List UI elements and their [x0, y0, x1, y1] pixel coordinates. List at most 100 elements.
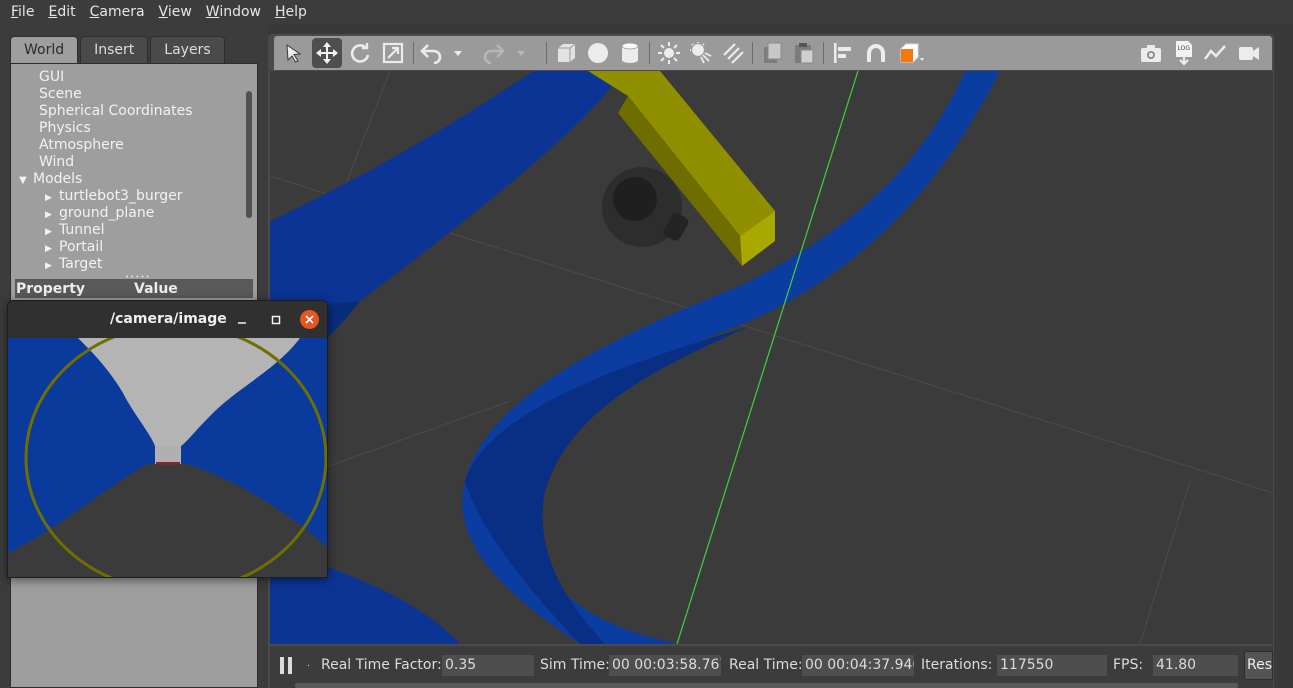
- tab-insert[interactable]: Insert: [80, 36, 149, 63]
- reset-time-button[interactable]: Reset: [1244, 651, 1273, 680]
- menu-file-label: ile: [18, 4, 35, 20]
- menu-file[interactable]: File: [4, 4, 41, 20]
- toolbar-divider: [546, 42, 547, 64]
- cylinder-shape-icon[interactable]: [615, 38, 645, 68]
- point-light-icon[interactable]: [654, 38, 684, 68]
- plot-icon[interactable]: [1200, 38, 1230, 68]
- log-icon[interactable]: LOG: [1169, 38, 1199, 68]
- copy-icon[interactable]: [757, 38, 787, 68]
- tree-item-models[interactable]: ▼ Models: [11, 171, 243, 188]
- scale-mode-icon[interactable]: [378, 38, 408, 68]
- camera-window-title: /camera/image: [110, 311, 227, 327]
- log-icon-label: LOG: [1178, 45, 1191, 52]
- model-label: Portail: [59, 239, 104, 255]
- sim-time-value: 00 00:03:58.767: [609, 655, 721, 676]
- menu-help-label: elp: [285, 4, 307, 20]
- toolbar-divider: [752, 42, 753, 64]
- rotate-mode-icon[interactable]: [345, 38, 375, 68]
- sim-time-label: Sim Time:: [540, 657, 610, 673]
- undo-icon[interactable]: [416, 38, 446, 68]
- menu-help-mnemonic: H: [274, 4, 286, 20]
- undo-history-dropdown-icon[interactable]: [449, 38, 467, 68]
- tree-scrollbar[interactable]: [246, 91, 252, 218]
- scene-3d-view[interactable]: [270, 71, 1273, 644]
- camera-image-window: /camera/image: [7, 300, 328, 578]
- align-icon[interactable]: [828, 38, 858, 68]
- pause-icon-bar-right: [288, 657, 292, 674]
- real-time-factor-label: Real Time Factor:: [321, 657, 442, 673]
- camera-window-titlebar[interactable]: /camera/image: [8, 301, 327, 338]
- tree-item-target[interactable]: ▶ Target: [11, 256, 243, 273]
- tree-item-physics[interactable]: Physics: [11, 120, 243, 137]
- menu-camera-label: amera: [99, 4, 145, 20]
- world-tree: GUI Scene Spherical Coordinates Physics …: [11, 69, 243, 273]
- model-label: ground_plane: [59, 205, 155, 221]
- menu-view-label: iew: [167, 4, 192, 20]
- model-label: turtlebot3_burger: [59, 188, 183, 204]
- pause-button[interactable]: [278, 656, 296, 676]
- value-column-header[interactable]: Value: [134, 281, 178, 297]
- real-time-value: 00 00:04:37.946: [802, 655, 914, 676]
- paste-icon[interactable]: [789, 38, 819, 68]
- view-angle-icon[interactable]: [898, 38, 928, 68]
- menu-window-mnemonic: W: [205, 4, 220, 20]
- menu-window[interactable]: Window: [199, 4, 268, 20]
- toolbar-divider: [823, 42, 824, 64]
- minimize-icon[interactable]: [232, 310, 251, 329]
- fps-label: FPS:: [1113, 657, 1144, 673]
- menu-help[interactable]: Help: [268, 4, 314, 20]
- horizontal-scrollbar[interactable]: [295, 683, 1238, 688]
- toolbar-divider: [413, 42, 414, 64]
- maximize-icon[interactable]: [266, 310, 285, 329]
- tree-item-turtlebot3-burger[interactable]: ▶ turtlebot3_burger: [11, 188, 243, 205]
- spot-light-icon[interactable]: [686, 38, 716, 68]
- close-icon[interactable]: [300, 310, 319, 329]
- translate-mode-icon[interactable]: [312, 38, 342, 68]
- real-time-label: Real Time:: [729, 657, 803, 673]
- panel-tabs: World Insert Layers: [10, 36, 227, 63]
- iterations-value: 117550: [997, 655, 1107, 676]
- tab-world[interactable]: World: [10, 36, 79, 63]
- menu-bar: File Edit Camera View Window Help: [0, 0, 1293, 24]
- tree-item-portail[interactable]: ▶ Portail: [11, 239, 243, 256]
- menu-camera-mnemonic: C: [89, 4, 100, 20]
- directional-light-icon[interactable]: [718, 38, 748, 68]
- tree-item-scene[interactable]: Scene: [11, 86, 243, 103]
- menu-view[interactable]: View: [152, 4, 199, 20]
- pause-icon-bar-left: [280, 657, 284, 674]
- fps-value: 41.80: [1153, 655, 1238, 676]
- menu-edit-label: dit: [57, 4, 76, 20]
- expanded-arrow-icon[interactable]: ▼: [19, 172, 33, 189]
- tree-item-wind[interactable]: Wind: [11, 154, 243, 171]
- toolbar-divider: [649, 42, 650, 64]
- tree-item-ground-plane[interactable]: ▶ ground_plane: [11, 205, 243, 222]
- snap-magnet-icon[interactable]: [861, 38, 891, 68]
- model-label: Target: [59, 256, 103, 272]
- collapsed-arrow-icon[interactable]: ▶: [45, 258, 59, 275]
- menu-file-mnemonic: F: [11, 4, 19, 20]
- tree-item-spherical-coordinates[interactable]: Spherical Coordinates: [11, 103, 243, 120]
- redo-history-dropdown-icon[interactable]: [512, 38, 530, 68]
- model-label: Tunnel: [59, 222, 105, 238]
- real-time-factor-value: 0.35: [442, 655, 534, 676]
- tree-item-tunnel[interactable]: ▶ Tunnel: [11, 222, 243, 239]
- camera-feed-image: [8, 323, 327, 577]
- scene-toolbar: LOG: [274, 36, 1272, 70]
- record-video-icon[interactable]: [1234, 38, 1264, 68]
- screenshot-camera-icon[interactable]: [1136, 38, 1166, 68]
- property-column-header[interactable]: Property: [15, 281, 134, 297]
- menu-window-label: indow: [219, 4, 261, 20]
- menu-edit[interactable]: Edit: [41, 4, 82, 20]
- tab-layers[interactable]: Layers: [150, 36, 225, 63]
- select-arrow-icon[interactable]: [279, 38, 309, 68]
- step-dot: .: [307, 659, 310, 669]
- box-shape-icon[interactable]: [551, 38, 581, 68]
- redo-icon[interactable]: [479, 38, 509, 68]
- tree-item-models-label: Models: [33, 171, 83, 187]
- tree-item-atmosphere[interactable]: Atmosphere: [11, 137, 243, 154]
- menu-camera[interactable]: Camera: [83, 4, 152, 20]
- simulation-status-bar: . Real Time Factor: 0.35 Sim Time: 00 00…: [270, 646, 1273, 688]
- sphere-shape-icon[interactable]: [583, 38, 613, 68]
- property-table-header: Property Value: [15, 279, 253, 298]
- tree-item-gui[interactable]: GUI: [11, 69, 243, 86]
